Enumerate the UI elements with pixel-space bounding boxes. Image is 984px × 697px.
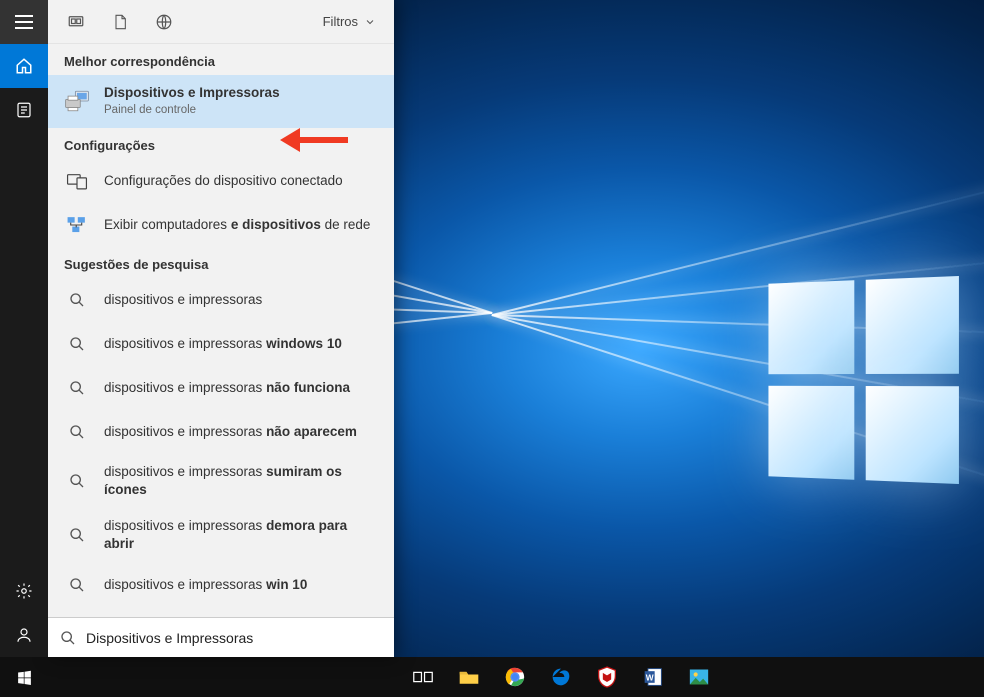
best-match-result[interactable]: Dispositivos e Impressoras Painel de con… bbox=[48, 75, 394, 128]
chrome-icon bbox=[505, 667, 525, 687]
result-label: Exibir computadores e dispositivos de re… bbox=[104, 217, 370, 232]
taskbar-file-explorer[interactable] bbox=[446, 657, 492, 697]
suggestions-header: Sugestões de pesquisa bbox=[48, 247, 394, 278]
scope-documents[interactable] bbox=[98, 0, 142, 44]
search-icon bbox=[64, 419, 90, 445]
best-match-title: Dispositivos e Impressoras bbox=[104, 84, 280, 102]
search-panel: Filtros Melhor correspondência Dispositi… bbox=[48, 0, 394, 657]
best-match-subtitle: Painel de controle bbox=[104, 103, 280, 119]
cortana-rail bbox=[0, 0, 48, 657]
network-icon bbox=[64, 212, 90, 238]
gear-icon bbox=[15, 582, 33, 600]
taskbar-word[interactable]: W bbox=[630, 657, 676, 697]
search-icon bbox=[60, 630, 76, 646]
result-label: dispositivos e impressoras windows 10 bbox=[104, 336, 342, 351]
search-suggestion[interactable]: dispositivos e impressoras não aparecem bbox=[48, 410, 394, 454]
rail-menu-button[interactable] bbox=[0, 0, 48, 44]
taskbar: W bbox=[0, 657, 984, 697]
word-icon: W bbox=[643, 667, 663, 687]
search-input[interactable] bbox=[86, 630, 382, 646]
search-suggestion[interactable]: dispositivos e impressoras windows 10 bbox=[48, 322, 394, 366]
search-suggestion[interactable]: dispositivos e impressoras win 10 bbox=[48, 563, 394, 607]
document-icon bbox=[112, 13, 128, 31]
search-suggestion[interactable]: dispositivos e impressoras demora para a… bbox=[48, 508, 394, 562]
windows-icon bbox=[16, 669, 33, 686]
chevron-down-icon bbox=[364, 16, 376, 28]
task-view-icon bbox=[413, 669, 433, 685]
scope-apps[interactable] bbox=[54, 0, 98, 44]
search-suggestion[interactable]: dispositivos e impressoras sumiram os íc… bbox=[48, 454, 394, 508]
search-box[interactable] bbox=[48, 617, 394, 657]
rail-signs-button[interactable] bbox=[0, 88, 48, 132]
rail-settings-button[interactable] bbox=[0, 569, 48, 613]
result-label: dispositivos e impressoras win 10 bbox=[104, 577, 307, 592]
result-label: Configurações do dispositivo conectado bbox=[104, 173, 343, 188]
edge-icon bbox=[551, 667, 571, 687]
globe-icon bbox=[155, 13, 173, 31]
rail-home-button[interactable] bbox=[0, 44, 48, 88]
filters-label: Filtros bbox=[323, 14, 358, 29]
search-icon bbox=[64, 468, 90, 494]
settings-result-connected-device[interactable]: Configurações do dispositivo conectado bbox=[48, 159, 394, 203]
taskbar-chrome[interactable] bbox=[492, 657, 538, 697]
search-icon bbox=[64, 287, 90, 313]
filters-dropdown[interactable]: Filtros bbox=[311, 0, 388, 44]
search-suggestion[interactable]: dispositivos e impressoras epson bbox=[48, 607, 394, 617]
folder-icon bbox=[458, 668, 480, 686]
result-label: dispositivos e impressoras demora para a… bbox=[104, 518, 347, 551]
start-button[interactable] bbox=[0, 657, 48, 697]
svg-text:W: W bbox=[646, 672, 654, 682]
search-suggestion[interactable]: dispositivos e impressoras não funciona bbox=[48, 366, 394, 410]
taskbar-photos[interactable] bbox=[676, 657, 722, 697]
scope-web[interactable] bbox=[142, 0, 186, 44]
apps-icon bbox=[67, 13, 85, 31]
windows-logo bbox=[768, 276, 958, 484]
result-label: dispositivos e impressoras não aparecem bbox=[104, 424, 357, 439]
devices-printers-icon bbox=[64, 88, 90, 114]
rail-feedback-button[interactable] bbox=[0, 613, 48, 657]
hamburger-icon bbox=[15, 15, 33, 29]
result-label: dispositivos e impressoras bbox=[104, 292, 262, 307]
signs-icon bbox=[15, 101, 33, 119]
best-match-header: Melhor correspondência bbox=[48, 44, 394, 75]
home-icon bbox=[15, 57, 33, 75]
settings-result-network-devices[interactable]: Exibir computadores e dispositivos de re… bbox=[48, 203, 394, 247]
search-icon bbox=[64, 331, 90, 357]
result-label: dispositivos e impressoras sumiram os íc… bbox=[104, 464, 342, 497]
taskbar-task-view[interactable] bbox=[400, 657, 446, 697]
connected-device-icon bbox=[64, 168, 90, 194]
callout-arrow bbox=[280, 128, 348, 152]
result-label: dispositivos e impressoras não funciona bbox=[104, 380, 350, 395]
taskbar-mcafee[interactable] bbox=[584, 657, 630, 697]
person-icon bbox=[15, 626, 33, 644]
photos-icon bbox=[689, 668, 709, 686]
shield-icon bbox=[597, 666, 617, 688]
search-scope-bar: Filtros bbox=[48, 0, 394, 44]
taskbar-edge[interactable] bbox=[538, 657, 584, 697]
search-icon bbox=[64, 522, 90, 548]
search-icon bbox=[64, 375, 90, 401]
search-icon bbox=[64, 572, 90, 598]
search-suggestion[interactable]: dispositivos e impressoras bbox=[48, 278, 394, 322]
